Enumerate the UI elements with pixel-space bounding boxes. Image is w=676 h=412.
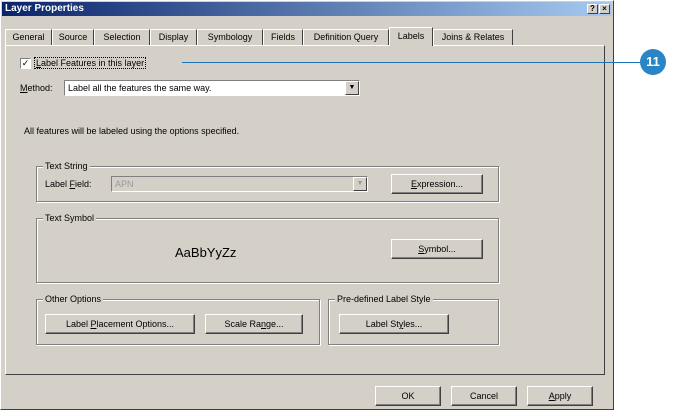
callout-leader-line [182,62,642,63]
close-icon: × [602,4,607,13]
checkmark-icon: ✓ [21,58,30,68]
ok-button[interactable]: OK [375,386,441,406]
chevron-down-icon[interactable]: ▼ [353,177,367,191]
text-string-group: Text String Label Field: APN ▼ Expressio… [36,161,499,202]
symbol-preview: AaBbYyZz [175,245,237,260]
tab-display[interactable]: Display [150,29,197,45]
text-symbol-legend: Text Symbol [43,213,97,224]
chevron-down-icon[interactable]: ▼ [345,81,359,95]
help-button[interactable]: ? [587,4,598,14]
label-styles-button[interactable]: Label Styles... [339,314,449,334]
other-options-legend: Other Options [43,294,104,305]
label-placement-options-button[interactable]: Label Placement Options... [45,314,195,334]
label-features-label[interactable]: Label Features in this layer [34,57,147,69]
other-options-group: Other Options Label Placement Options...… [36,294,320,345]
text-symbol-group: Text Symbol AaBbYyZz Symbol... [36,213,499,283]
title-bar[interactable]: Layer Properties ? × [2,2,612,16]
method-label: Method: [20,83,53,93]
predefined-label-style-legend: Pre-defined Label Style [335,294,433,305]
tab-source[interactable]: Source [52,29,94,45]
symbol-button[interactable]: Symbol... [391,239,483,259]
scale-range-button[interactable]: Scale Range... [205,314,303,334]
close-button[interactable]: × [599,4,610,14]
text-string-legend: Text String [43,161,90,172]
predefined-label-style-group: Pre-defined Label Style Label Styles... [328,294,499,345]
help-icon: ? [590,4,595,13]
expression-button[interactable]: Expression... [391,174,483,194]
tab-general[interactable]: General [5,29,52,45]
labels-tab-page: ✓ Label Features in this layer Method: L… [5,45,605,375]
tab-definition-query[interactable]: Definition Query [303,29,389,45]
description-text: All features will be labeled using the o… [24,126,240,136]
label-field-value: APN [115,179,134,189]
label-features-checkbox[interactable]: ✓ [20,58,31,69]
tab-fields[interactable]: Fields [263,29,303,45]
method-value: Label all the features the same way. [68,83,212,93]
tab-strip: General Source Selection Display Symbolo… [5,27,605,46]
tab-labels[interactable]: Labels [389,27,433,46]
apply-button[interactable]: Apply [527,386,593,406]
cancel-button[interactable]: Cancel [451,386,517,406]
label-field-dropdown[interactable]: APN ▼ [111,176,368,192]
tab-symbology[interactable]: Symbology [197,29,263,45]
tab-selection[interactable]: Selection [94,29,150,45]
callout-badge: 11 [640,49,666,75]
window-title: Layer Properties [5,3,84,14]
tab-joins-relates[interactable]: Joins & Relates [433,29,513,45]
label-field-label: Label Field: [45,179,92,189]
method-dropdown[interactable]: Label all the features the same way. ▼ [64,80,360,96]
